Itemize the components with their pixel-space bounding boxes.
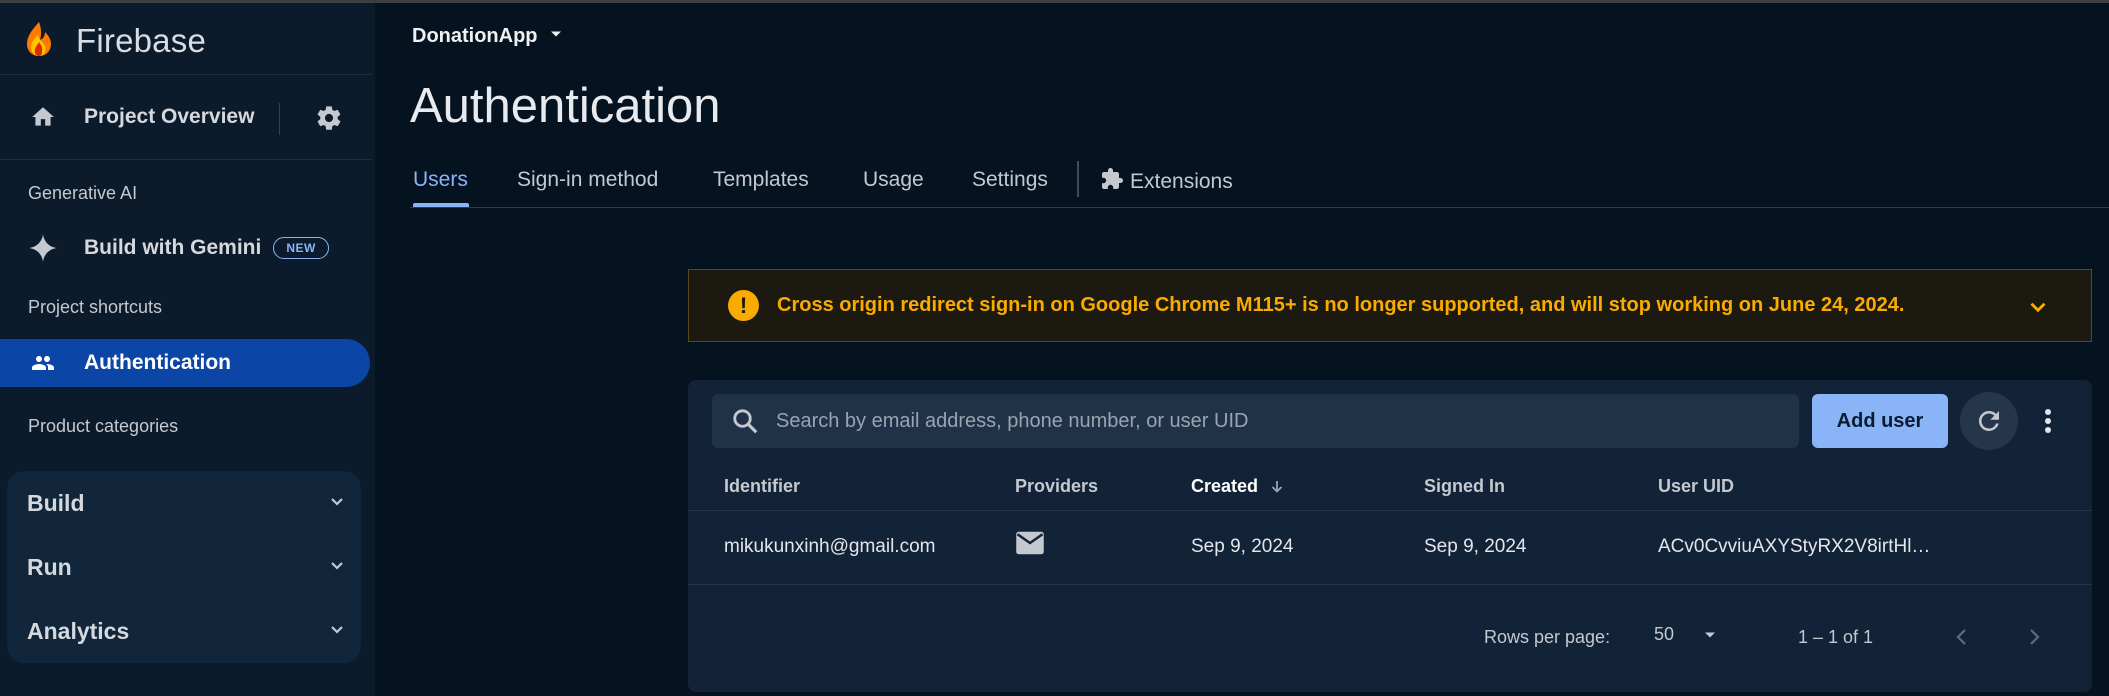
tab-settings[interactable]: Settings <box>972 168 1048 192</box>
overview-divider <box>279 103 280 135</box>
settings-gear-icon[interactable] <box>313 102 345 134</box>
category-label: Analytics <box>27 617 130 644</box>
cell-user-uid: ACv0CvviuAXYStyRX2V8irtHl… <box>1658 536 1931 557</box>
section-generative-ai: Generative AI <box>28 183 138 203</box>
authentication-label: Authentication <box>84 351 231 374</box>
tab-templates[interactable]: Templates <box>713 168 809 192</box>
sidebar: Firebase Project Overview Generative AI … <box>0 3 375 696</box>
sidebar-divider <box>0 159 372 160</box>
column-header-created[interactable]: Created <box>1191 476 1286 497</box>
sparkle-icon <box>27 232 59 264</box>
puzzle-icon <box>1100 167 1124 196</box>
tab-divider <box>1077 161 1079 197</box>
cell-signed-in: Sep 9, 2024 <box>1424 536 1527 557</box>
tabs-divider <box>410 207 2109 208</box>
rows-per-page-select[interactable]: 50 <box>1654 624 1720 645</box>
sidebar-divider <box>0 74 372 75</box>
header-divider <box>688 510 2092 511</box>
sidebar-item-authentication[interactable]: Authentication <box>0 339 370 387</box>
users-table-card: Search by email address, phone number, o… <box>688 380 2092 692</box>
section-product-categories: Product categories <box>28 416 179 436</box>
category-run[interactable]: Run <box>7 535 361 599</box>
more-vert-icon <box>2044 408 2052 434</box>
home-icon <box>27 101 59 133</box>
project-selector[interactable]: DonationApp <box>412 24 566 49</box>
column-header-providers[interactable]: Providers <box>1015 476 1098 497</box>
chevron-right-icon <box>2022 625 2046 649</box>
caret-down-icon <box>546 24 566 49</box>
column-header-created-label: Created <box>1191 476 1259 496</box>
firebase-flame-icon <box>26 21 52 62</box>
column-header-identifier[interactable]: Identifier <box>724 476 800 497</box>
brand-name: Firebase <box>76 22 206 59</box>
tab-extensions[interactable]: Extensions <box>1100 167 1233 196</box>
email-icon <box>1015 530 1045 561</box>
search-field[interactable]: Search by email address, phone number, o… <box>712 394 1799 448</box>
gemini-label: Build with Gemini <box>84 236 262 259</box>
search-placeholder: Search by email address, phone number, o… <box>776 409 1249 432</box>
section-project-shortcuts: Project shortcuts <box>28 297 163 317</box>
new-badge: NEW <box>273 237 329 259</box>
category-label: Run <box>27 553 72 580</box>
product-categories-panel: Build Run Analytics <box>7 471 361 663</box>
pagination-range: 1 – 1 of 1 <box>1798 627 1874 647</box>
people-icon <box>27 347 59 379</box>
build-with-gemini-link[interactable]: Build with Gemini NEW <box>27 232 329 264</box>
next-page-button[interactable] <box>2022 625 2046 649</box>
page-title: Authentication <box>410 79 721 133</box>
expand-chevron-icon[interactable] <box>2025 294 2051 325</box>
tab-usage[interactable]: Usage <box>863 168 924 192</box>
project-overview-link[interactable]: Project Overview <box>27 101 254 133</box>
column-header-user-uid[interactable]: User UID <box>1658 476 1734 497</box>
search-icon <box>730 406 760 436</box>
caret-down-icon <box>1700 625 1720 645</box>
chevron-down-icon <box>325 489 349 518</box>
tab-extensions-label: Extensions <box>1130 169 1233 193</box>
warning-text: Cross origin redirect sign-in on Google … <box>777 294 1905 316</box>
cell-created: Sep 9, 2024 <box>1191 536 1294 557</box>
firebase-logo[interactable]: Firebase <box>26 17 206 65</box>
arrow-down-icon <box>1268 477 1286 497</box>
refresh-icon <box>1974 406 2004 436</box>
project-overview-label: Project Overview <box>84 105 255 128</box>
rows-per-page-value: 50 <box>1654 624 1675 644</box>
chevron-down-icon <box>325 553 349 582</box>
more-options-button[interactable] <box>2034 404 2062 438</box>
rows-per-page-label: Rows per page: <box>1484 627 1611 647</box>
tab-users[interactable]: Users <box>413 168 468 192</box>
add-user-button[interactable]: Add user <box>1812 394 1948 448</box>
refresh-button[interactable] <box>1960 392 2018 450</box>
column-header-signed-in[interactable]: Signed In <box>1424 476 1505 497</box>
deprecation-warning-banner: ! Cross origin redirect sign-in on Googl… <box>688 269 2092 342</box>
chevron-left-icon <box>1950 625 1974 649</box>
chevron-down-icon <box>325 617 349 646</box>
tab-sign-in-method[interactable]: Sign-in method <box>517 168 658 192</box>
cell-identifier: mikukunxinh@gmail.com <box>724 536 936 557</box>
previous-page-button[interactable] <box>1950 625 1974 649</box>
warning-icon: ! <box>728 290 759 321</box>
project-name: DonationApp <box>412 25 538 47</box>
category-analytics[interactable]: Analytics <box>7 599 361 663</box>
category-build[interactable]: Build <box>7 471 361 535</box>
row-divider <box>688 584 2092 585</box>
category-label: Build <box>27 489 85 516</box>
